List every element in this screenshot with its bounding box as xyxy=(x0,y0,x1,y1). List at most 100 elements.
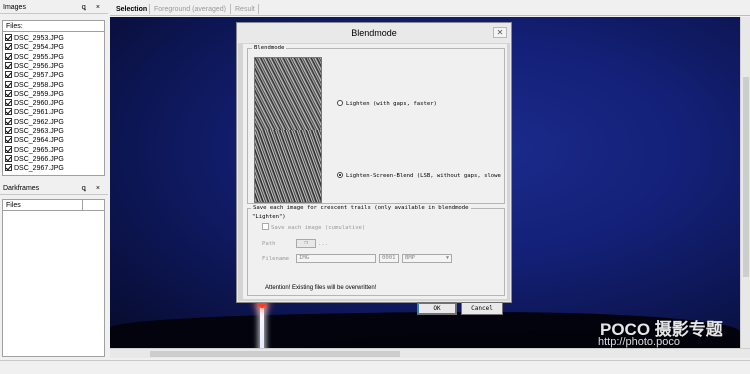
save-each-image-box[interactable] xyxy=(262,223,269,230)
images-panel-pin-close[interactable]: ꝗ × xyxy=(82,2,104,14)
file-checkbox[interactable] xyxy=(5,108,12,116)
file-name: DSC_2954.JPG xyxy=(14,44,64,52)
save-images-group: Save each image for crescent trails (onl… xyxy=(247,204,505,296)
radio-lighten-label: Lighten (with gaps, faster) xyxy=(346,101,437,107)
dialog-titlebar[interactable]: Blendmode ✕ xyxy=(237,23,511,43)
file-name: DSC_2959.JPG xyxy=(14,90,64,98)
radio-button-lighten[interactable] xyxy=(337,100,343,106)
save-each-image-label: Save each image (cumulative) xyxy=(271,225,366,231)
file-checkbox[interactable] xyxy=(5,117,12,125)
horizontal-scroll-thumb[interactable] xyxy=(150,351,400,357)
file-list-item[interactable]: DSC_2965.JPG xyxy=(5,145,64,155)
file-checkbox[interactable] xyxy=(5,145,12,153)
counter-field[interactable]: 0001 xyxy=(379,254,399,263)
file-checkbox[interactable] xyxy=(5,127,12,134)
chevron-down-icon: ▼ xyxy=(445,255,449,261)
file-list-item[interactable]: DSC_2966.JPG xyxy=(5,154,64,164)
file-checkbox[interactable] xyxy=(5,164,12,172)
status-bar xyxy=(0,360,750,374)
blend-preview-thumbnail xyxy=(254,57,322,203)
view-tabs: Selection Foreground (averaged) Result xyxy=(110,0,750,16)
darkframes-panel-title: Darkframes xyxy=(3,185,40,192)
save-each-image-checkbox[interactable]: Save each image (cumulative) xyxy=(262,223,365,233)
file-list-item[interactable]: DSC_2958.JPG xyxy=(5,80,64,90)
file-checkbox[interactable] xyxy=(5,99,12,107)
darkframes-file-list[interactable]: Files xyxy=(2,199,105,357)
filename-field[interactable]: IMG xyxy=(296,254,376,263)
filename-label: Filename xyxy=(262,256,289,262)
file-checkbox[interactable] xyxy=(5,136,12,144)
file-list-item[interactable]: DSC_2964.JPG xyxy=(5,136,64,145)
file-name: DSC_2965.JPG xyxy=(14,146,64,154)
cancel-button[interactable]: Cancel xyxy=(461,302,503,315)
save-group-legend: Save each image for crescent trails (onl… xyxy=(251,204,471,213)
file-name: DSC_2955.JPG xyxy=(14,53,64,61)
file-name: DSC_2966.JPG xyxy=(14,155,64,163)
file-checkbox[interactable] xyxy=(5,80,12,88)
file-name: DSC_2961.JPG xyxy=(14,109,64,117)
vertical-scroll-thumb[interactable] xyxy=(743,77,749,277)
blendmode-group: Blendmode Lighten (with gaps, faster) Li… xyxy=(247,44,505,204)
format-select[interactable]: BMP ▼ xyxy=(402,254,452,263)
ok-button[interactable]: OK xyxy=(417,302,457,315)
dialog-title: Blendmode xyxy=(351,28,397,38)
file-checkbox[interactable] xyxy=(5,71,12,79)
file-checkbox[interactable] xyxy=(5,89,12,97)
file-name: DSC_2956.JPG xyxy=(14,62,64,70)
tab-selection[interactable]: Selection xyxy=(113,4,150,15)
file-list-item[interactable]: DSC_2961.JPG xyxy=(5,108,64,117)
file-checkbox[interactable] xyxy=(5,61,12,69)
file-list-item[interactable]: DSC_2962.JPG xyxy=(5,117,64,127)
radio-lighten[interactable]: Lighten (with gaps, faster) xyxy=(337,100,437,109)
file-list-item[interactable]: DSC_2960.JPG xyxy=(5,99,64,108)
file-list-item[interactable]: DSC_2967.JPG xyxy=(5,164,64,173)
images-panel-header: Images ꝗ × xyxy=(0,2,108,14)
file-list-item[interactable]: DSC_2963.JPG xyxy=(5,127,64,136)
dialog-body: Blendmode Lighten (with gaps, faster) Li… xyxy=(243,44,507,315)
preview-lsb xyxy=(255,130,321,202)
horizontal-scrollbar[interactable] xyxy=(110,348,750,358)
radio-lighten-screen-blend[interactable]: Lighten-Screen-Blend (LSB, without gaps,… xyxy=(337,172,501,181)
darkframes-panel-pin-close[interactable]: ꝗ × xyxy=(82,183,104,195)
format-select-value: BMP xyxy=(405,255,416,261)
path-browse-button[interactable]: ❐ xyxy=(296,239,316,248)
images-file-list[interactable]: Files: DSC_2953.JPG DSC_2954.JPG DSC_2955.… xyxy=(2,20,105,176)
blendmode-dialog: Blendmode ✕ Blendmode Lighten (with gaps… xyxy=(236,22,512,315)
file-name: DSC_2957.JPG xyxy=(14,72,64,80)
lit-tower xyxy=(255,300,269,348)
left-sidebar: Images ꝗ × Files: DSC_2953.JPG DSC_2954.J… xyxy=(0,0,108,360)
overwrite-warning: Attention! Existing files will be overwr… xyxy=(265,285,377,291)
file-list-item[interactable]: DSC_2953.JPG xyxy=(5,34,64,43)
file-list-item[interactable]: DSC_2954.JPG xyxy=(5,43,64,52)
close-icon[interactable]: ✕ xyxy=(493,27,507,38)
preview-lighten xyxy=(255,58,321,130)
tab-divider xyxy=(149,4,150,14)
file-list-item[interactable]: DSC_2956.JPG xyxy=(5,61,64,71)
path-label: Path xyxy=(262,241,276,247)
tower-body xyxy=(260,306,264,348)
file-name: DSC_2963.JPG xyxy=(14,128,64,135)
files-column-header: Files: xyxy=(3,21,104,32)
file-name: DSC_2953.JPG xyxy=(14,35,64,42)
radio-lsb-label: Lighten-Screen-Blend (LSB, without gaps,… xyxy=(346,173,501,179)
blendmode-group-legend: Blendmode xyxy=(252,44,287,53)
file-name: DSC_2962.JPG xyxy=(14,118,64,126)
tab-result[interactable]: Result xyxy=(232,4,258,15)
tab-foreground-averaged[interactable]: Foreground (averaged) xyxy=(151,4,229,15)
file-checkbox[interactable] xyxy=(5,34,12,41)
path-more[interactable]: ... xyxy=(318,241,328,247)
file-checkbox[interactable] xyxy=(5,43,12,51)
radio-button-lsb[interactable] xyxy=(337,172,343,178)
tab-divider xyxy=(258,4,259,14)
file-list-item[interactable]: DSC_2959.JPG xyxy=(5,89,64,99)
save-group-legend-cont: "Lighten") xyxy=(252,214,286,220)
file-name: DSC_2958.JPG xyxy=(14,81,64,89)
file-checkbox[interactable] xyxy=(5,52,12,60)
file-name: DSC_2964.JPG xyxy=(14,137,64,145)
column-divider[interactable] xyxy=(82,200,83,211)
file-list-item[interactable]: DSC_2957.JPG xyxy=(5,71,64,80)
tab-divider xyxy=(230,4,231,14)
file-list-item[interactable]: DSC_2955.JPG xyxy=(5,52,64,62)
file-checkbox[interactable] xyxy=(5,154,12,162)
vertical-scrollbar[interactable] xyxy=(740,17,750,348)
